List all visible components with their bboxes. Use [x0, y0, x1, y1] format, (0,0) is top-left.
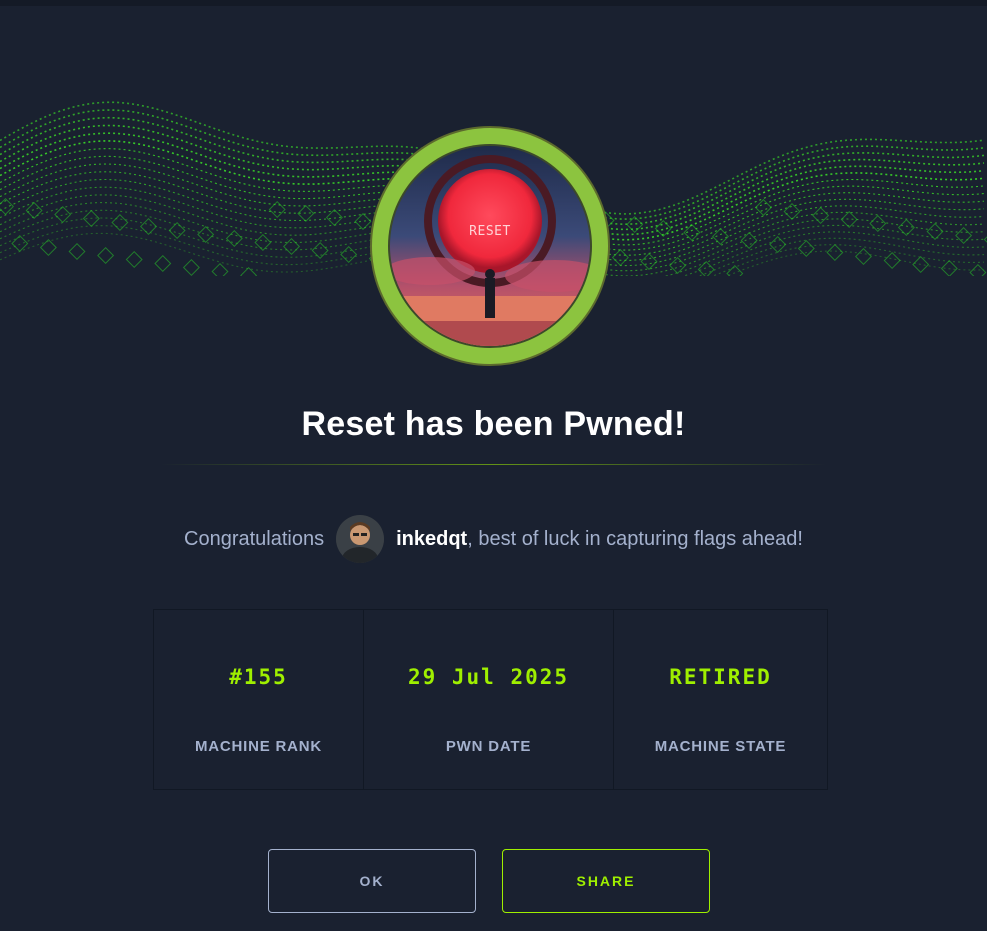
grid-cube — [797, 240, 815, 257]
machine-state-value: RETIRED — [669, 665, 772, 689]
grid-cube — [268, 201, 286, 218]
grid-cube — [740, 232, 758, 249]
grid-cube — [111, 214, 129, 231]
stats-panel: #155 MACHINE RANK 29 Jul 2025 PWN DATE R… — [153, 609, 828, 790]
pwn-date-value: 29 Jul 2025 — [407, 665, 570, 689]
grid-cube — [11, 235, 29, 252]
grid-cube — [168, 222, 186, 239]
share-button[interactable]: SHARE — [502, 849, 710, 913]
user-avatar[interactable] — [336, 515, 385, 563]
congrats-prefix: Congratulations — [184, 527, 325, 550]
stat-machine-state: RETIRED MACHINE STATE — [614, 610, 827, 789]
machine-badge-label: RESET — [469, 224, 511, 239]
grid-cube — [97, 247, 115, 264]
grid-cube — [125, 251, 143, 268]
page-title: Reset has been Pwned! — [301, 405, 686, 443]
grid-cube — [955, 227, 973, 244]
grid-cube — [154, 255, 172, 272]
machine-rank-value: #155 — [229, 665, 288, 689]
grid-cube — [969, 264, 987, 276]
congrats-suffix: , best of luck in capturing flags ahead! — [467, 527, 803, 550]
grid-cube — [39, 239, 57, 256]
grid-cube — [812, 207, 830, 224]
grid-cube — [340, 246, 358, 263]
grid-cube — [211, 263, 229, 276]
grid-cube — [311, 242, 329, 259]
title-divider — [160, 464, 827, 465]
grid-cube — [611, 249, 629, 266]
machine-rank-label: MACHINE RANK — [194, 738, 323, 755]
user-avatar-image — [336, 515, 385, 563]
machine-badge: RESET — [372, 128, 608, 364]
grid-cube — [240, 267, 258, 276]
grid-cube — [0, 198, 14, 215]
grid-cube — [726, 265, 744, 276]
grid-cube — [354, 213, 372, 230]
grid-cube — [197, 226, 215, 243]
ok-button[interactable]: OK — [268, 849, 476, 913]
grid-cube — [254, 234, 272, 251]
machine-state-label: MACHINE STATE — [654, 738, 787, 755]
grid-cube — [769, 236, 787, 253]
grid-cube — [883, 252, 901, 269]
grid-cube — [225, 230, 243, 247]
machine-avatar: RESET — [390, 146, 590, 346]
pwn-date-label: PWN DATE — [445, 738, 532, 755]
grid-cube — [855, 248, 872, 265]
grid-cube — [754, 199, 772, 216]
grid-cube — [826, 244, 844, 261]
grid-cube — [68, 243, 86, 260]
grid-cube — [640, 253, 658, 270]
stat-pwn-date: 29 Jul 2025 PWN DATE — [364, 610, 614, 789]
grid-cube — [669, 257, 687, 274]
grid-cube — [140, 218, 157, 235]
stat-machine-rank: #155 MACHINE RANK — [154, 610, 364, 789]
congrats-message: Congratulations inkedqt , best of luck i… — [0, 513, 987, 565]
username[interactable]: inkedqt — [396, 528, 467, 551]
grid-cube — [182, 259, 200, 276]
machine-artwork — [390, 146, 590, 346]
grid-cube — [283, 238, 300, 255]
grid-cube — [926, 223, 944, 240]
